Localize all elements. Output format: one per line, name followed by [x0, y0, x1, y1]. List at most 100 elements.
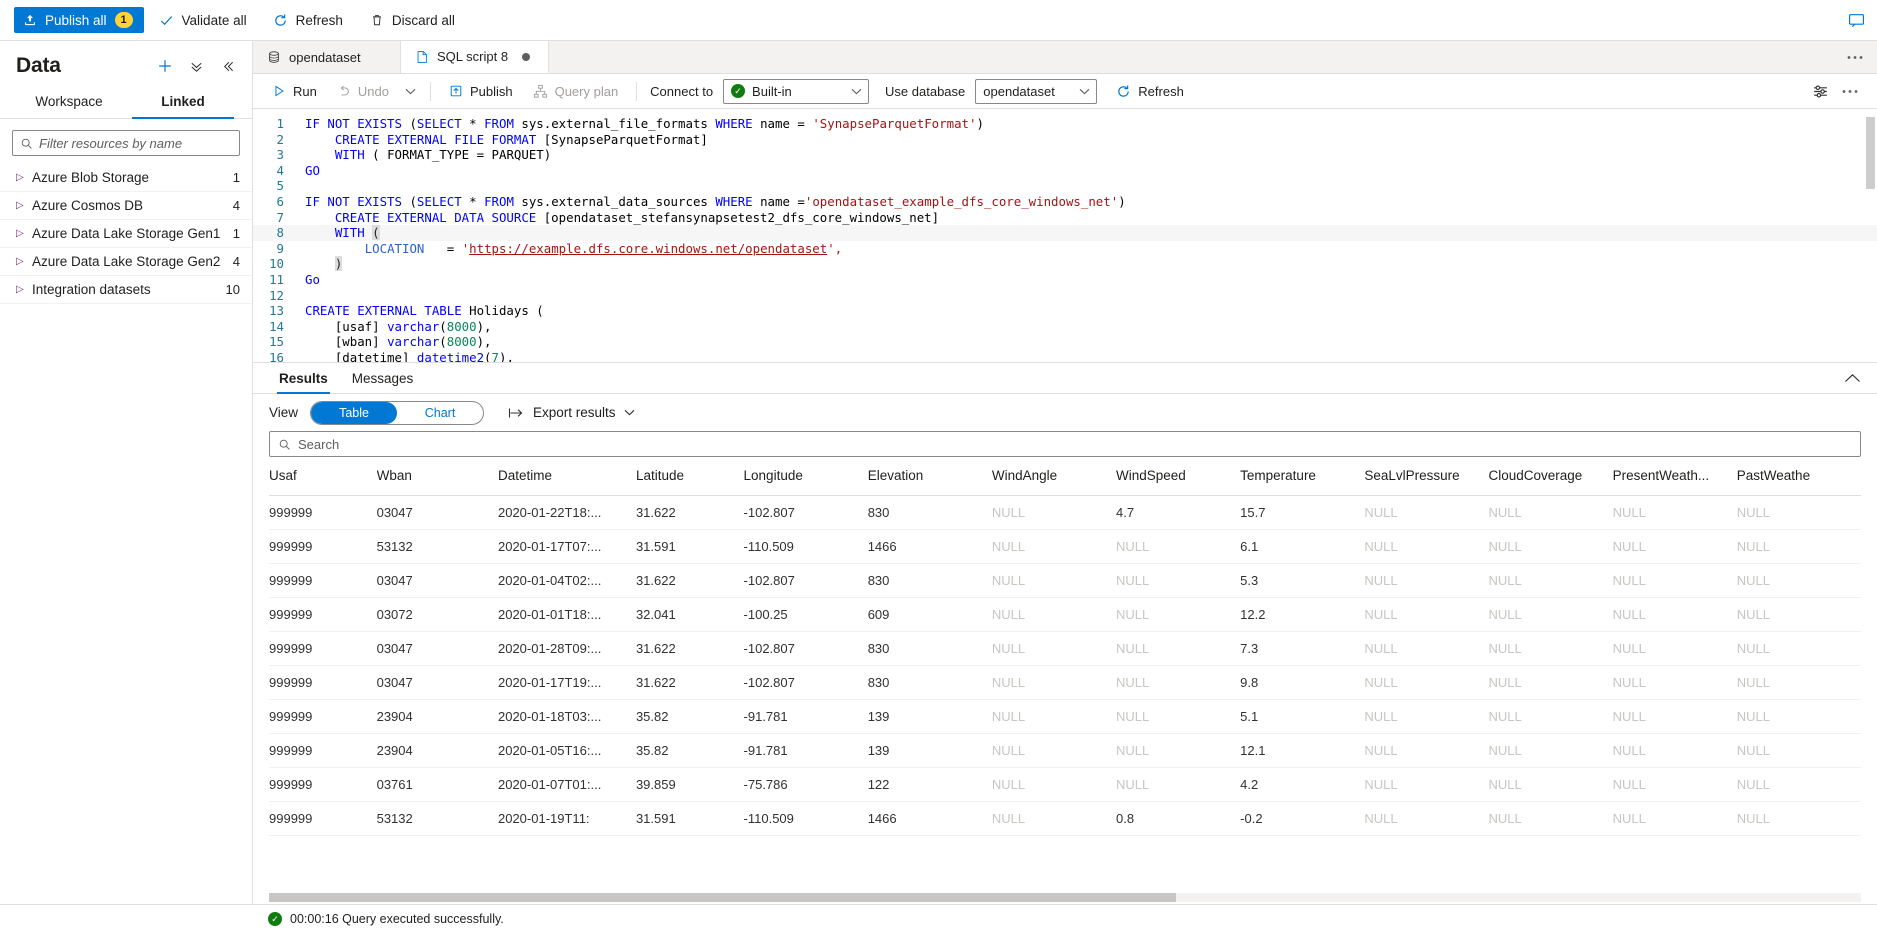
- tree-item-integration-datasets[interactable]: ▷ Integration datasets 10: [0, 276, 252, 304]
- table-cell: NULL: [1737, 495, 1861, 529]
- table-cell: NULL: [1613, 597, 1737, 631]
- column-header[interactable]: WindSpeed: [1116, 457, 1240, 495]
- table-cell: NULL: [1737, 631, 1861, 665]
- line-number: 7: [253, 210, 295, 226]
- scrollbar-thumb[interactable]: [269, 893, 1176, 902]
- table-row[interactable]: 999999531322020-01-19T11:31.591-110.5091…: [269, 801, 1861, 835]
- connect-to-dropdown[interactable]: ✓ Built-in: [723, 79, 869, 104]
- table-cell: -102.807: [744, 631, 868, 665]
- table-cell: NULL: [1737, 767, 1861, 801]
- code-line-text: GO: [295, 163, 1877, 179]
- discard-all-button[interactable]: Discard all: [358, 5, 466, 35]
- table-cell: 2020-01-19T11:: [498, 801, 636, 835]
- table-cell: 999999: [269, 631, 377, 665]
- table-cell: NULL: [1613, 563, 1737, 597]
- column-header[interactable]: Longitude: [744, 457, 868, 495]
- code-line: 2 CREATE EXTERNAL FILE FORMAT [SynapsePa…: [253, 132, 1877, 148]
- doc-tab-opendataset[interactable]: opendataset: [253, 41, 401, 73]
- table-cell: -0.2: [1240, 801, 1364, 835]
- table-row[interactable]: 999999030472020-01-28T09:...31.622-102.8…: [269, 631, 1861, 665]
- column-header[interactable]: Latitude: [636, 457, 744, 495]
- publish-all-button[interactable]: Publish all 1: [14, 7, 144, 33]
- editor-refresh-button[interactable]: Refresh: [1107, 78, 1193, 105]
- filter-resources-input[interactable]: Filter resources by name: [12, 130, 240, 156]
- table-cell: 31.622: [636, 563, 744, 597]
- table-cell: NULL: [1116, 529, 1240, 563]
- table-cell: 999999: [269, 495, 377, 529]
- code-line-text: [datetime] datetime2(7),: [295, 350, 1877, 362]
- column-header[interactable]: SeaLvlPressure: [1364, 457, 1488, 495]
- view-option-table[interactable]: Table: [311, 402, 397, 424]
- table-cell: NULL: [992, 733, 1116, 767]
- query-plan-button[interactable]: Query plan: [524, 78, 628, 105]
- tree-item-azure-data-lake-storage-gen2[interactable]: ▷ Azure Data Lake Storage Gen2 4: [0, 248, 252, 276]
- table-row[interactable]: 999999030472020-01-22T18:...31.622-102.8…: [269, 495, 1861, 529]
- results-horizontal-scrollbar[interactable]: [269, 893, 1861, 902]
- export-results-button[interactable]: Export results: [508, 405, 635, 420]
- column-header[interactable]: Elevation: [868, 457, 992, 495]
- validate-all-button[interactable]: Validate all: [148, 5, 258, 35]
- undo-dropdown[interactable]: [400, 78, 421, 105]
- run-button[interactable]: Run: [263, 78, 326, 105]
- table-row[interactable]: 999999030472020-01-17T19:...31.622-102.8…: [269, 665, 1861, 699]
- more-options-icon[interactable]: [1837, 78, 1863, 104]
- column-header[interactable]: WindAngle: [992, 457, 1116, 495]
- code-content[interactable]: 1IF NOT EXISTS (SELECT * FROM sys.extern…: [253, 109, 1877, 362]
- use-database-dropdown[interactable]: opendataset: [975, 79, 1097, 104]
- table-row[interactable]: 999999030722020-01-01T18:...32.041-100.2…: [269, 597, 1861, 631]
- column-header[interactable]: Temperature: [1240, 457, 1364, 495]
- table-cell: 830: [868, 665, 992, 699]
- editor-vertical-scrollbar[interactable]: [1864, 109, 1877, 362]
- publish-button[interactable]: Publish: [440, 78, 522, 105]
- column-header[interactable]: PresentWeath...: [1613, 457, 1737, 495]
- use-database-label: Use database: [871, 84, 973, 99]
- code-line-text: LOCATION = 'https://example.dfs.core.win…: [295, 241, 1877, 257]
- doc-tab-sql-script-8[interactable]: SQL script 8: [401, 41, 549, 73]
- undo-button[interactable]: Undo: [328, 78, 398, 105]
- column-header[interactable]: CloudCoverage: [1488, 457, 1612, 495]
- sql-code-editor[interactable]: 1IF NOT EXISTS (SELECT * FROM sys.extern…: [253, 109, 1877, 362]
- table-cell: 2020-01-22T18:...: [498, 495, 636, 529]
- column-header[interactable]: Datetime: [498, 457, 636, 495]
- table-row[interactable]: 999999037612020-01-07T01:...39.859-75.78…: [269, 767, 1861, 801]
- refresh-button[interactable]: Refresh: [262, 5, 354, 35]
- tree-item-azure-blob-storage[interactable]: ▷ Azure Blob Storage 1: [0, 164, 252, 192]
- collapse-results-button[interactable]: [1828, 363, 1877, 393]
- settings-sliders-icon[interactable]: [1807, 78, 1833, 104]
- table-row[interactable]: 999999239042020-01-05T16:...35.82-91.781…: [269, 733, 1861, 767]
- collapse-all-icon[interactable]: [183, 53, 209, 79]
- scrollbar-thumb[interactable]: [1866, 117, 1875, 189]
- column-header[interactable]: PastWeathe: [1737, 457, 1861, 495]
- table-cell: NULL: [1488, 733, 1612, 767]
- table-cell: 03047: [377, 495, 498, 529]
- tree-item-azure-data-lake-storage-gen1[interactable]: ▷ Azure Data Lake Storage Gen1 1: [0, 220, 252, 248]
- tab-results[interactable]: Results: [267, 363, 340, 393]
- results-search-input[interactable]: Search: [269, 431, 1861, 457]
- code-line: 14 [usaf] varchar(8000),: [253, 319, 1877, 335]
- tree-item-azure-cosmos-db[interactable]: ▷ Azure Cosmos DB 4: [0, 192, 252, 220]
- tab-workspace[interactable]: Workspace: [12, 85, 126, 118]
- add-resource-button[interactable]: [152, 53, 178, 79]
- collapse-panel-icon[interactable]: [214, 53, 240, 79]
- table-row[interactable]: 999999030472020-01-04T02:...31.622-102.8…: [269, 563, 1861, 597]
- column-header[interactable]: Usaf: [269, 457, 377, 495]
- export-results-label: Export results: [533, 405, 616, 420]
- column-header[interactable]: Wban: [377, 457, 498, 495]
- table-row[interactable]: 999999531322020-01-17T07:...31.591-110.5…: [269, 529, 1861, 563]
- tab-linked[interactable]: Linked: [126, 85, 240, 118]
- table-cell: NULL: [1488, 665, 1612, 699]
- code-line: 13CREATE EXTERNAL TABLE Holidays (: [253, 303, 1877, 319]
- feedback-icon[interactable]: [1848, 12, 1865, 29]
- table-cell: NULL: [1488, 563, 1612, 597]
- tab-messages[interactable]: Messages: [340, 363, 426, 393]
- table-row[interactable]: 999999239042020-01-18T03:...35.82-91.781…: [269, 699, 1861, 733]
- line-number: 9: [253, 241, 295, 257]
- results-search-row: Search: [253, 431, 1877, 457]
- results-grid-wrapper[interactable]: UsafWbanDatetimeLatitudeLongitudeElevati…: [253, 457, 1877, 904]
- page-title: Data: [16, 54, 61, 78]
- table-cell: 999999: [269, 733, 377, 767]
- document-tabs-overflow[interactable]: [1833, 41, 1877, 73]
- view-option-chart[interactable]: Chart: [397, 402, 483, 424]
- publish-count-badge: 1: [115, 12, 133, 28]
- query-plan-label: Query plan: [555, 84, 619, 99]
